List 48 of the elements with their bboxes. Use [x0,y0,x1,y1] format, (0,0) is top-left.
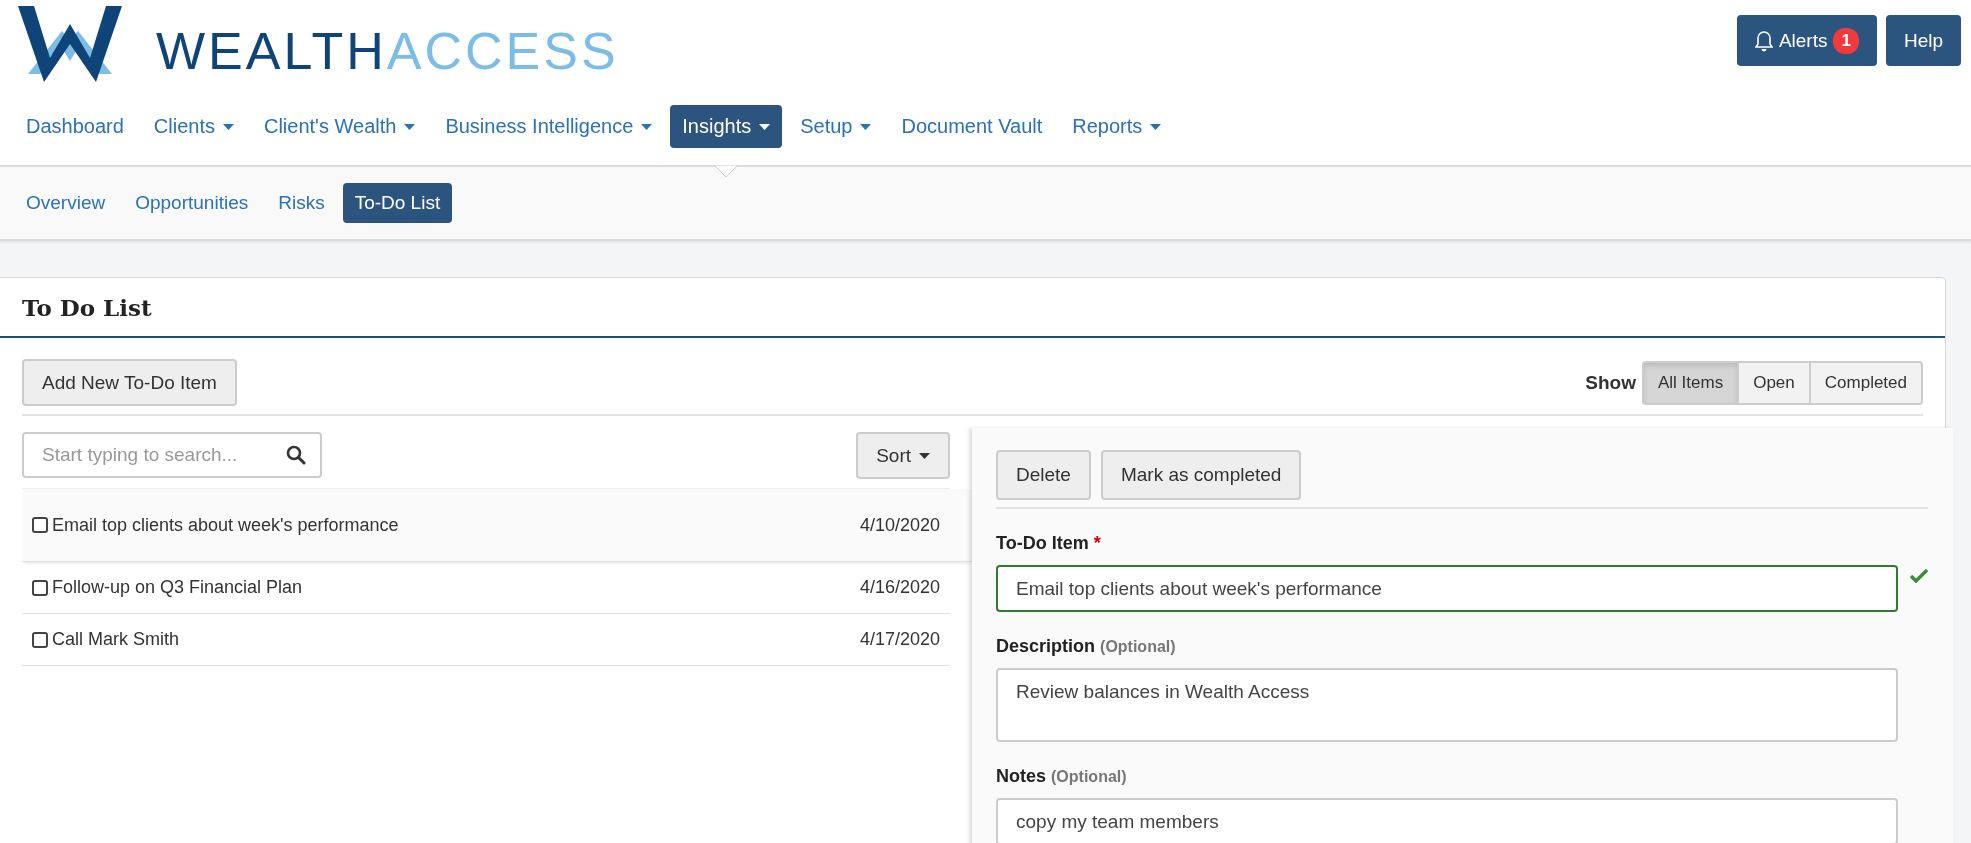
nav-item[interactable]: Client's Wealth [252,105,428,148]
todo-date: 4/16/2020 [859,577,940,598]
input-field[interactable]: copy my team members [996,798,1898,843]
checkbox[interactable] [32,631,48,648]
bell-icon [1754,29,1773,52]
todo-row[interactable]: Email top clients about week's performance 4/10/2020 [22,489,972,562]
todo-row[interactable]: Call Mark Smith 4/17/2020 [22,614,950,666]
help-button[interactable]: Help [1885,15,1961,66]
todo-title: Email top clients about week's performance [52,514,399,536]
show-label: Show [1585,371,1636,394]
nav-item[interactable]: Dashboard [14,105,136,148]
nav-item[interactable]: Document Vault [889,105,1055,148]
filter-button[interactable]: All Items [1642,360,1740,405]
text-area[interactable]: Review balances in Wealth Access [996,668,1898,742]
nav-item[interactable]: Insights [670,105,783,148]
field-label: Notes (Optional) [996,766,1128,787]
todo-title: Call Mark Smith [52,629,180,650]
todo-row[interactable]: Follow-up on Q3 Financial Plan 4/16/2020 [22,562,950,614]
nav-item[interactable]: Reports [1060,105,1174,148]
checkbox[interactable] [32,579,48,596]
action-button[interactable]: Mark as completed [1100,450,1302,500]
todo-date: 4/10/2020 [859,514,940,536]
alerts-button[interactable]: Alerts 1 [1736,15,1877,66]
todo-title: Follow-up on Q3 Financial Plan [52,577,303,598]
action-button[interactable]: Delete [996,450,1091,500]
logo-wordmark: WEALTHACCESS [156,21,619,77]
subnav-tab[interactable]: Overview [14,183,118,223]
nav-item[interactable]: Setup [788,105,884,148]
field-label: To-Do Item * [996,533,1102,554]
subnav-tab[interactable]: To-Do List [342,183,453,223]
nav-item[interactable]: Business Intelligence [433,105,665,148]
sort-button[interactable]: Sort [856,432,950,479]
todo-date: 4/17/2020 [859,629,940,650]
checkmark-icon [1910,569,1928,583]
subnav-tab[interactable]: Risks [266,183,337,223]
field-label: Description (Optional) [996,636,1177,657]
filter-button[interactable]: Open [1737,360,1811,405]
add-item-button[interactable]: Add New To-Do Item [22,359,237,406]
card-title: To Do List [22,293,152,321]
checkbox[interactable] [32,517,48,533]
subnav-tab[interactable]: Opportunities [123,183,261,223]
search-field[interactable]: Start typing to search... [22,432,322,478]
input-field[interactable]: Email top clients about week's performance [996,565,1898,612]
caret-icon [919,452,930,459]
filter-button[interactable]: Completed [1808,360,1923,405]
search-icon [286,445,306,465]
nav-item[interactable]: Clients [141,105,246,148]
alert-count-badge: 1 [1833,27,1859,54]
